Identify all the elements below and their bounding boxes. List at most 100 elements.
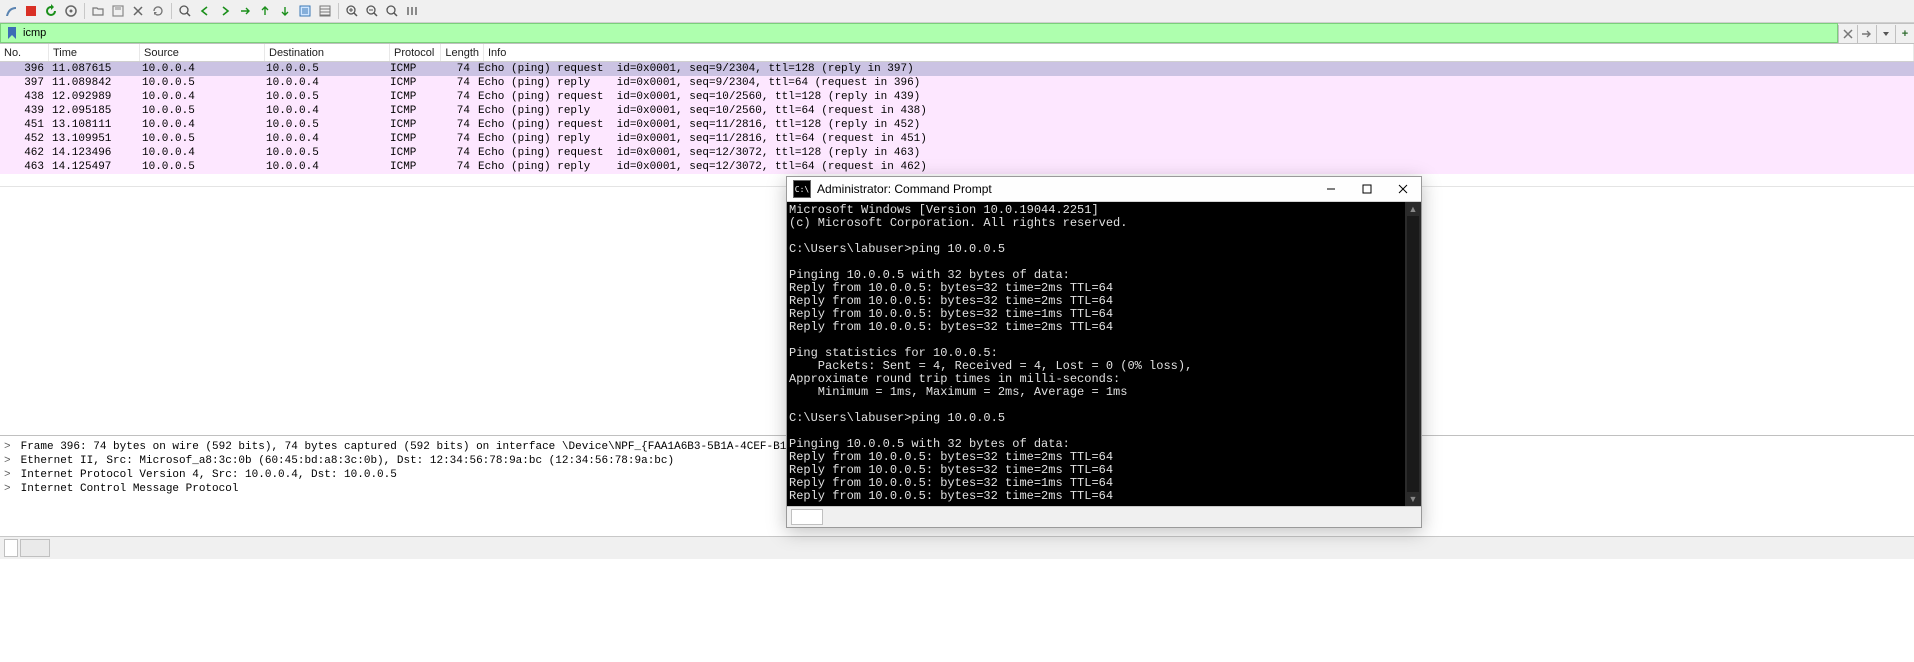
packet-row[interactable]: 43912.09518510.0.0.510.0.0.4ICMP74Echo (… bbox=[0, 104, 1914, 118]
maximize-icon[interactable] bbox=[1349, 177, 1385, 201]
go-last-icon[interactable] bbox=[276, 2, 294, 20]
cmd-scrollbar[interactable]: ▲ ▼ bbox=[1405, 202, 1421, 506]
cell-time: 11.087615 bbox=[48, 62, 138, 76]
find-packet-icon[interactable] bbox=[176, 2, 194, 20]
expand-arrow-icon[interactable]: > bbox=[4, 483, 14, 495]
packet-row[interactable]: 39711.08984210.0.0.510.0.0.4ICMP74Echo (… bbox=[0, 76, 1914, 90]
cell-info: Echo (ping) reply id=0x0001, seq=11/2816… bbox=[474, 132, 1914, 146]
minimize-icon[interactable] bbox=[1313, 177, 1349, 201]
cell-destination: 10.0.0.5 bbox=[262, 90, 386, 104]
cell-info: Echo (ping) request id=0x0001, seq=10/25… bbox=[474, 90, 1914, 104]
cell-length: 74 bbox=[436, 90, 474, 104]
packet-list-header[interactable]: No. Time Source Destination Protocol Len… bbox=[0, 44, 1914, 62]
expand-arrow-icon[interactable]: > bbox=[4, 441, 14, 453]
cell-no: 452 bbox=[0, 132, 48, 146]
col-header-source[interactable]: Source bbox=[140, 44, 265, 61]
zoom-reset-icon[interactable] bbox=[383, 2, 401, 20]
cell-protocol: ICMP bbox=[386, 62, 436, 76]
cell-source: 10.0.0.4 bbox=[138, 62, 262, 76]
clear-filter-icon[interactable] bbox=[1838, 25, 1857, 43]
bookmark-icon[interactable] bbox=[5, 26, 19, 40]
packet-row[interactable]: 46314.12549710.0.0.510.0.0.4ICMP74Echo (… bbox=[0, 160, 1914, 174]
command-prompt-window[interactable]: C:\ Administrator: Command Prompt Micros… bbox=[786, 176, 1422, 528]
packet-row[interactable]: 45113.10811110.0.0.410.0.0.5ICMP74Echo (… bbox=[0, 118, 1914, 132]
resize-columns-icon[interactable] bbox=[403, 2, 421, 20]
col-header-no[interactable]: No. bbox=[0, 44, 49, 61]
cell-no: 438 bbox=[0, 90, 48, 104]
cmd-footer bbox=[787, 506, 1421, 527]
filter-controls: + bbox=[1838, 23, 1914, 43]
stop-capture-icon[interactable] bbox=[22, 2, 40, 20]
packet-list-body[interactable]: 39611.08761510.0.0.410.0.0.5ICMP74Echo (… bbox=[0, 62, 1914, 174]
cell-time: 14.125497 bbox=[48, 160, 138, 174]
cmd-footer-tab[interactable] bbox=[791, 509, 823, 525]
cell-info: Echo (ping) reply id=0x0001, seq=12/3072… bbox=[474, 160, 1914, 174]
scroll-up-icon[interactable]: ▲ bbox=[1405, 202, 1421, 216]
packet-row[interactable]: 45213.10995110.0.0.510.0.0.4ICMP74Echo (… bbox=[0, 132, 1914, 146]
cell-protocol: ICMP bbox=[386, 146, 436, 160]
cmd-body: Microsoft Windows [Version 10.0.19044.22… bbox=[787, 202, 1421, 506]
close-icon[interactable] bbox=[1385, 177, 1421, 201]
packet-row[interactable]: 43812.09298910.0.0.410.0.0.5ICMP74Echo (… bbox=[0, 90, 1914, 104]
add-filter-button-icon[interactable]: + bbox=[1895, 25, 1914, 43]
colorize-icon[interactable] bbox=[316, 2, 334, 20]
display-filter-bar: + bbox=[0, 23, 1914, 44]
col-header-length[interactable]: Length bbox=[441, 44, 484, 61]
col-header-protocol[interactable]: Protocol bbox=[390, 44, 441, 61]
shark-fin-icon[interactable] bbox=[2, 2, 20, 20]
go-first-icon[interactable] bbox=[256, 2, 274, 20]
go-forward-icon[interactable] bbox=[216, 2, 234, 20]
detail-text: Ethernet II, Src: Microsof_a8:3c:0b (60:… bbox=[14, 455, 674, 467]
cell-length: 74 bbox=[436, 146, 474, 160]
expand-arrow-icon[interactable]: > bbox=[4, 469, 14, 481]
cell-info: Echo (ping) request id=0x0001, seq=12/30… bbox=[474, 146, 1914, 160]
cell-no: 439 bbox=[0, 104, 48, 118]
cell-time: 12.092989 bbox=[48, 90, 138, 104]
cell-destination: 10.0.0.4 bbox=[262, 160, 386, 174]
cell-time: 14.123496 bbox=[48, 146, 138, 160]
col-header-time[interactable]: Time bbox=[49, 44, 140, 61]
cell-time: 11.089842 bbox=[48, 76, 138, 90]
cmd-window-title: Administrator: Command Prompt bbox=[817, 182, 1313, 196]
main-toolbar bbox=[0, 0, 1914, 23]
cmd-output-text[interactable]: Microsoft Windows [Version 10.0.19044.22… bbox=[787, 202, 1405, 506]
reload-file-icon[interactable] bbox=[149, 2, 167, 20]
cmd-system-icon[interactable]: C:\ bbox=[793, 180, 811, 198]
detail-text: Internet Protocol Version 4, Src: 10.0.0… bbox=[14, 469, 397, 481]
cell-source: 10.0.0.5 bbox=[138, 132, 262, 146]
cell-protocol: ICMP bbox=[386, 76, 436, 90]
expand-arrow-icon[interactable]: > bbox=[4, 455, 14, 467]
close-file-icon[interactable] bbox=[129, 2, 147, 20]
packet-row[interactable]: 39611.08761510.0.0.410.0.0.5ICMP74Echo (… bbox=[0, 62, 1914, 76]
scroll-down-icon[interactable]: ▼ bbox=[1405, 492, 1421, 506]
cell-time: 13.109951 bbox=[48, 132, 138, 146]
display-filter-input[interactable] bbox=[19, 27, 1837, 39]
capture-options-icon[interactable] bbox=[62, 2, 80, 20]
go-to-packet-icon[interactable] bbox=[236, 2, 254, 20]
cell-source: 10.0.0.4 bbox=[138, 118, 262, 132]
cell-length: 74 bbox=[436, 160, 474, 174]
zoom-out-icon[interactable] bbox=[363, 2, 381, 20]
bottom-cell[interactable] bbox=[20, 539, 50, 557]
col-header-destination[interactable]: Destination bbox=[265, 44, 390, 61]
save-file-icon[interactable] bbox=[109, 2, 127, 20]
toolbar-separator bbox=[338, 3, 339, 19]
go-back-icon[interactable] bbox=[196, 2, 214, 20]
cell-protocol: ICMP bbox=[386, 118, 436, 132]
zoom-in-icon[interactable] bbox=[343, 2, 361, 20]
cell-info: Echo (ping) request id=0x0001, seq=11/28… bbox=[474, 118, 1914, 132]
cell-info: Echo (ping) reply id=0x0001, seq=9/2304,… bbox=[474, 76, 1914, 90]
cell-no: 397 bbox=[0, 76, 48, 90]
cell-destination: 10.0.0.4 bbox=[262, 132, 386, 146]
auto-scroll-icon[interactable] bbox=[296, 2, 314, 20]
open-file-icon[interactable] bbox=[89, 2, 107, 20]
packet-row[interactable]: 46214.12349610.0.0.410.0.0.5ICMP74Echo (… bbox=[0, 146, 1914, 160]
col-header-info[interactable]: Info bbox=[484, 44, 1914, 61]
cell-protocol: ICMP bbox=[386, 132, 436, 146]
filter-dropdown-icon[interactable] bbox=[1876, 25, 1895, 43]
apply-filter-icon[interactable] bbox=[1857, 25, 1876, 43]
restart-capture-icon[interactable] bbox=[42, 2, 60, 20]
cmd-titlebar[interactable]: C:\ Administrator: Command Prompt bbox=[787, 177, 1421, 202]
scroll-track[interactable] bbox=[1407, 216, 1419, 492]
bottom-tab[interactable] bbox=[4, 539, 18, 557]
